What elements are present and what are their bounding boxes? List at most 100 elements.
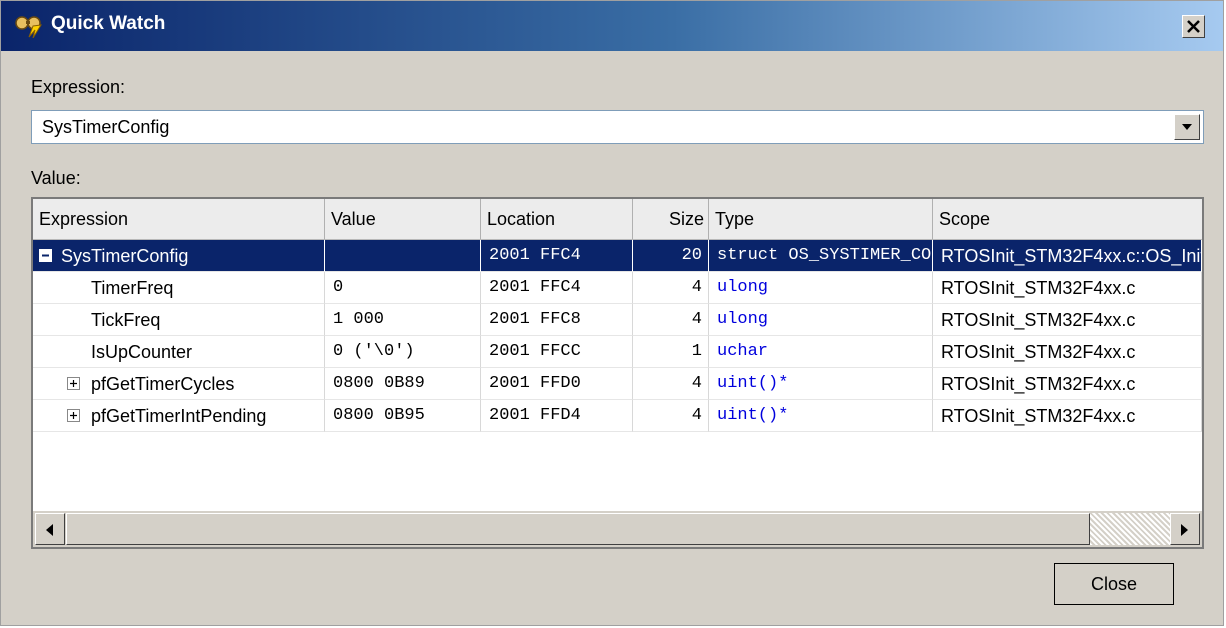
table-row[interactable]: TickFreq 1 000 2001 FFC8 4 ulong RTOSInit_STM…	[33, 304, 1202, 336]
cell-value: 0800 0B89	[325, 368, 481, 400]
value-text: 0	[333, 278, 344, 297]
expand-icon[interactable]	[67, 409, 80, 422]
cell-expression: IsUpCounter	[33, 336, 325, 368]
cell-type: uchar	[709, 336, 933, 368]
horizontal-scrollbar[interactable]	[33, 511, 1202, 547]
expression-input-value[interactable]: SysTimerConfig	[42, 117, 169, 138]
scope-text: RTOSInit_STM32F4xx.c	[941, 374, 1136, 394]
cell-expression: SysTimerConfig	[33, 240, 325, 272]
cell-value: 0	[325, 272, 481, 304]
cell-location: 2001 FFC4	[481, 272, 633, 304]
value-text: 0800 0B89	[333, 374, 425, 393]
cell-value	[325, 240, 481, 272]
cell-scope: RTOSInit_STM32F4xx.c	[933, 272, 1202, 304]
scroll-right-button[interactable]	[1170, 513, 1200, 545]
arrow-right-icon	[1181, 524, 1188, 536]
cell-expression: pfGetTimerIntPending	[33, 400, 325, 432]
size-text: 4	[691, 406, 702, 425]
size-text: 4	[691, 374, 702, 393]
table-row[interactable]: pfGetTimerIntPending 0800 0B95 2001 FFD4 4 u…	[33, 400, 1202, 432]
cell-expression: TickFreq	[33, 304, 325, 336]
expression-text: pfGetTimerIntPending	[91, 406, 267, 426]
watch-glasses-icon	[13, 12, 43, 39]
scope-text: RTOSInit_STM32F4xx.c	[941, 342, 1136, 362]
cell-expression: TimerFreq	[33, 272, 325, 304]
cell-scope: RTOSInit_STM32F4xx.c::OS_InitHW	[933, 240, 1202, 272]
type-text: uint()*	[717, 406, 789, 425]
type-text: struct OS_SYSTIMER_CONFIG	[717, 246, 932, 265]
watch-grid[interactable]: Expression Value Location Size Type Scop…	[31, 197, 1204, 549]
quick-watch-dialog: Quick Watch Expression: SysTimerConfig V…	[0, 0, 1224, 626]
column-header-size[interactable]: Size	[633, 199, 709, 239]
value-text: 0 ('\0')	[333, 342, 415, 361]
cell-type: uint()*	[709, 400, 933, 432]
cell-type: uint()*	[709, 368, 933, 400]
table-row[interactable]: TimerFreq 0 2001 FFC4 4 ulong RTOSInit_STM32F…	[33, 272, 1202, 304]
cell-location: 2001 FFD4	[481, 400, 633, 432]
cell-type: struct OS_SYSTIMER_CONFIG	[709, 240, 933, 272]
cell-scope: RTOSInit_STM32F4xx.c	[933, 400, 1202, 432]
location-text: 2001 FFCC	[489, 342, 581, 361]
location-text: 2001 FFC4	[489, 278, 581, 297]
close-button[interactable]: Close	[1054, 563, 1174, 605]
value-text: 1 000	[333, 310, 385, 329]
cell-size: 20	[633, 240, 709, 272]
scope-text: RTOSInit_STM32F4xx.c::OS_InitHW	[941, 246, 1201, 266]
type-text: ulong	[717, 310, 769, 329]
location-text: 2001 FFD0	[489, 374, 581, 393]
table-row[interactable]: SysTimerConfig 2001 FFC4 20 struct OS_SYSTI…	[33, 240, 1202, 272]
column-header-type[interactable]: Type	[709, 199, 933, 239]
scope-text: RTOSInit_STM32F4xx.c	[941, 310, 1136, 330]
expression-text: pfGetTimerCycles	[91, 374, 235, 394]
scope-text: RTOSInit_STM32F4xx.c	[941, 278, 1136, 298]
value-label: Value:	[31, 168, 81, 188]
location-text: 2001 FFC8	[489, 310, 581, 329]
cell-type: ulong	[709, 272, 933, 304]
cell-size: 4	[633, 272, 709, 304]
size-text: 20	[681, 246, 702, 265]
close-window-button[interactable]	[1182, 15, 1205, 38]
cell-size: 1	[633, 336, 709, 368]
table-row[interactable]: pfGetTimerCycles 0800 0B89 2001 FFD0 4 uint(…	[33, 368, 1202, 400]
expression-combobox[interactable]: SysTimerConfig	[31, 110, 1204, 144]
chevron-down-icon	[1182, 124, 1192, 130]
scroll-thumb[interactable]	[66, 513, 1090, 545]
expression-dropdown-button[interactable]	[1174, 114, 1200, 140]
cell-value: 1 000	[325, 304, 481, 336]
cell-scope: RTOSInit_STM32F4xx.c	[933, 368, 1202, 400]
close-icon	[1187, 20, 1200, 33]
column-header-location[interactable]: Location	[481, 199, 633, 239]
cell-location: 2001 FFC8	[481, 304, 633, 336]
expression-text: SysTimerConfig	[61, 246, 189, 266]
collapse-icon[interactable]	[39, 249, 52, 262]
size-text: 4	[691, 310, 702, 329]
cell-scope: RTOSInit_STM32F4xx.c	[933, 304, 1202, 336]
type-text: uint()*	[717, 374, 789, 393]
cell-expression: pfGetTimerCycles	[33, 368, 325, 400]
location-text: 2001 FFC4	[489, 246, 581, 265]
expression-label: Expression:	[31, 77, 126, 97]
column-header-value[interactable]: Value	[325, 199, 481, 239]
column-header-scope[interactable]: Scope	[933, 199, 1202, 239]
expression-text: TimerFreq	[91, 278, 174, 298]
grid-header: Expression Value Location Size Type Scop…	[33, 199, 1202, 240]
cell-value: 0 ('\0')	[325, 336, 481, 368]
type-text: ulong	[717, 278, 769, 297]
type-text: uchar	[717, 342, 769, 361]
cell-location: 2001 FFD0	[481, 368, 633, 400]
column-header-expression[interactable]: Expression	[33, 199, 325, 239]
cell-location: 2001 FFCC	[481, 336, 633, 368]
expand-icon[interactable]	[67, 377, 80, 390]
value-text: 0800 0B95	[333, 406, 425, 425]
size-text: 4	[691, 278, 702, 297]
cell-size: 4	[633, 368, 709, 400]
scroll-left-button[interactable]	[35, 513, 65, 545]
scroll-track[interactable]	[1090, 513, 1170, 545]
cell-size: 4	[633, 304, 709, 336]
cell-location: 2001 FFC4	[481, 240, 633, 272]
scope-text: RTOSInit_STM32F4xx.c	[941, 406, 1136, 426]
expression-text: TickFreq	[91, 310, 161, 330]
title-bar[interactable]: Quick Watch	[1, 1, 1223, 51]
cell-scope: RTOSInit_STM32F4xx.c	[933, 336, 1202, 368]
table-row[interactable]: IsUpCounter 0 ('\0') 2001 FFCC 1 uchar RTOSIn…	[33, 336, 1202, 368]
